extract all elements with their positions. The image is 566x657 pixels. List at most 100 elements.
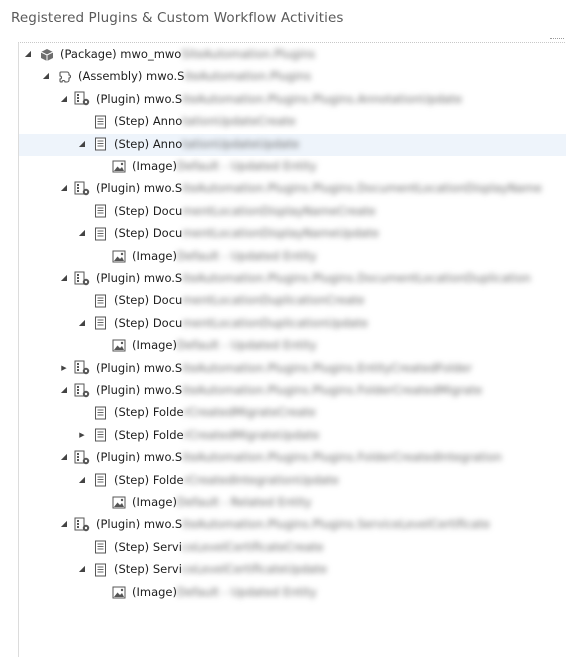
expand-arrow-icon[interactable]: ◢ <box>59 385 69 395</box>
tree-node[interactable]: ◢ (Step) Anno tationUpdateUpdate <box>19 133 566 156</box>
tree-node[interactable]: ◢ (Plugin) mwo.S iteAutomation.Plugins.Plu… <box>19 89 566 111</box>
panel-title: Registered Plugins & Custom Workflow Act… <box>11 10 344 26</box>
redacted-label-text: mentLocationDisplayNameUpdate <box>182 226 380 241</box>
redacted-label-text: Default - Updated Entity <box>177 248 317 263</box>
redacted-label-text: rCreatedMigrateCreate <box>183 405 316 420</box>
plugin-icon <box>74 516 91 533</box>
tree-node[interactable]: (Step) Folde rCreatedMigrateCreate <box>19 402 566 424</box>
tree-node[interactable]: ◢ (Package) mwo_mwo SiteAutomation.Plugins <box>19 44 566 66</box>
step-icon <box>92 113 109 130</box>
redacted-label-text: SiteAutomation.Plugins <box>181 47 316 61</box>
expand-arrow-icon[interactable]: ◢ <box>59 94 69 104</box>
tree-node[interactable]: ◢ (Assembly) mwo.S iteAutomation.Plugins <box>19 66 566 88</box>
redacted-label-text: ceLevelCertificateCreate <box>181 539 324 554</box>
expand-arrow-icon[interactable]: ◢ <box>77 475 87 485</box>
plugin-icon <box>74 360 91 377</box>
tree-node-label: (Step) Docu <box>114 293 183 308</box>
step-icon <box>92 203 109 220</box>
expand-arrow-icon[interactable]: ◢ <box>41 71 51 81</box>
tree-node-label: (Step) Docu <box>114 203 183 218</box>
redacted-label-text: iteAutomation.Plugins.Plugins.FolderCrea… <box>182 383 483 397</box>
step-icon <box>92 539 109 556</box>
tree-node[interactable]: ▶ (Step) Folde rCreatedMigrateUpdate <box>19 425 566 447</box>
tree-node-label: (Assembly) mwo.S <box>78 69 185 84</box>
tree-node[interactable]: ◢ (Step) Docu mentLocationDisplayNameUpdat… <box>19 223 566 245</box>
tree-node-label: (Step) Servi <box>114 539 182 554</box>
tree-node[interactable]: (Step) Docu mentLocationDuplicationCreate <box>19 290 566 312</box>
tree-node[interactable]: ◢ (Step) Folde rCreatedIntegrationUpdate <box>19 470 566 492</box>
step-icon <box>92 136 109 153</box>
redacted-label-text: tationUpdateCreate <box>182 114 296 129</box>
plugin-icon <box>74 270 91 287</box>
expand-arrow-icon[interactable]: ◢ <box>77 564 87 574</box>
step-icon <box>92 427 109 444</box>
redacted-label-text: mentLocationDuplicationCreate <box>182 293 365 308</box>
tree-node[interactable]: ◢ (Plugin) mwo.S iteAutomation.Plugins.Plu… <box>19 447 566 469</box>
tree-node[interactable]: ◢ (Plugin) mwo.S iteAutomation.Plugins.Plu… <box>19 514 566 536</box>
tree-node[interactable]: (Step) Anno tationUpdateCreate <box>19 111 566 133</box>
tree-node[interactable]: (Image) Default - Updated Entity <box>19 335 566 357</box>
image-icon <box>110 337 127 354</box>
redacted-label-text: iteAutomation.Plugins.Plugins.EntityCrea… <box>182 360 472 375</box>
expand-arrow-icon[interactable]: ◢ <box>59 452 69 462</box>
redacted-label-text: Default - Related Entity <box>177 495 312 509</box>
tree-node[interactable]: ◢ (Plugin) mwo.S iteAutomation.Plugins.Plu… <box>19 268 566 290</box>
tree-node[interactable]: ◢ (Step) Servi ceLevelCertificateUpdate <box>19 559 566 581</box>
tree-node[interactable]: (Step) Servi ceLevelCertificateCreate <box>19 537 566 559</box>
plugin-icon <box>74 382 91 399</box>
collapse-arrow-icon[interactable]: ▶ <box>59 363 69 373</box>
plugin-tree-panel: ◢ (Package) mwo_mwo SiteAutomation.Plugins… <box>18 42 566 657</box>
redacted-label-text: rCreatedIntegrationUpdate <box>183 472 339 487</box>
image-icon <box>110 158 127 175</box>
tree-node[interactable]: ◢ (Plugin) mwo.S iteAutomation.Plugins.Plu… <box>19 178 566 200</box>
image-icon <box>110 248 127 265</box>
expand-arrow-icon[interactable]: ◢ <box>59 183 69 193</box>
redacted-label-text: Default - Updated Entity <box>177 159 317 173</box>
redacted-label-text: mentLocationDuplicationUpdate <box>182 315 368 330</box>
tree-node[interactable]: (Image) Default - Updated Entity <box>19 582 566 604</box>
tree-node-label: (Step) Folde <box>114 427 184 442</box>
tree-node-label: (Image) <box>132 159 177 173</box>
tree-node-label: (Step) Folde <box>114 405 184 420</box>
expand-arrow-icon[interactable]: ◢ <box>59 519 69 529</box>
plugin-icon <box>74 91 91 108</box>
redacted-label-text: Default - Updated Entity <box>177 338 317 353</box>
redacted-label-text: iteAutomation.Plugins.Plugins.DocumentLo… <box>182 271 531 285</box>
tree-node[interactable]: (Image) Default - Updated Entity <box>19 156 566 178</box>
step-icon <box>92 225 109 242</box>
expand-arrow-icon[interactable]: ◢ <box>77 139 87 149</box>
tree-node[interactable]: ▶ (Plugin) mwo.S iteAutomation.Plugins.Plu… <box>19 358 566 380</box>
tree-node-label: (Step) Folde <box>114 472 184 487</box>
tree-node[interactable]: (Step) Docu mentLocationDisplayNameCreate <box>19 201 566 223</box>
expand-arrow-icon[interactable]: ◢ <box>59 273 69 283</box>
redacted-label-text: iteAutomation.Plugins.Plugins.ServiceLev… <box>182 517 490 532</box>
plugin-icon <box>74 449 91 466</box>
tree-node-label: (Image) <box>132 338 177 353</box>
expand-arrow-icon[interactable]: ◢ <box>77 318 87 328</box>
redacted-label-text: tationUpdateUpdate <box>182 136 300 151</box>
tree-node[interactable]: ◢ (Step) Docu mentLocationDuplicationUpdat… <box>19 313 566 335</box>
tree-node-label: (Image) <box>132 584 177 599</box>
tree-node-label: (Plugin) mwo.S <box>96 517 183 532</box>
plugin-icon <box>74 180 91 197</box>
tree-node-label: (Step) Docu <box>114 315 183 330</box>
tree-node-label: (Step) Servi <box>114 562 182 577</box>
tree-node[interactable]: ◢ (Plugin) mwo.S iteAutomation.Plugins.Plu… <box>19 380 566 402</box>
redacted-label-text: iteAutomation.Plugins.Plugins.FolderCrea… <box>182 450 502 465</box>
tree-node-label: (Step) Anno <box>114 114 183 129</box>
tree-node-label: (Plugin) mwo.S <box>96 271 183 285</box>
step-icon <box>92 292 109 309</box>
expand-arrow-icon[interactable]: ◢ <box>77 228 87 238</box>
redacted-label-text: iteAutomation.Plugins.Plugins.Annotation… <box>182 91 463 106</box>
redacted-label-text: Default - Updated Entity <box>177 584 317 599</box>
collapse-arrow-icon[interactable]: ▶ <box>77 430 87 440</box>
tree-node[interactable]: (Image) Default - Related Entity <box>19 492 566 514</box>
tree-node-label: (Step) Anno <box>114 136 183 151</box>
expand-arrow-icon[interactable]: ◢ <box>23 49 33 59</box>
tree-node-label: (Image) <box>132 495 177 509</box>
redacted-label-text: iteAutomation.Plugins.Plugins.DocumentLo… <box>182 181 542 196</box>
tree-node[interactable]: (Image) Default - Updated Entity <box>19 246 566 268</box>
redacted-label-text: mentLocationDisplayNameCreate <box>182 203 376 218</box>
tree-node-label: (Plugin) mwo.S <box>96 383 183 397</box>
step-icon <box>92 315 109 332</box>
